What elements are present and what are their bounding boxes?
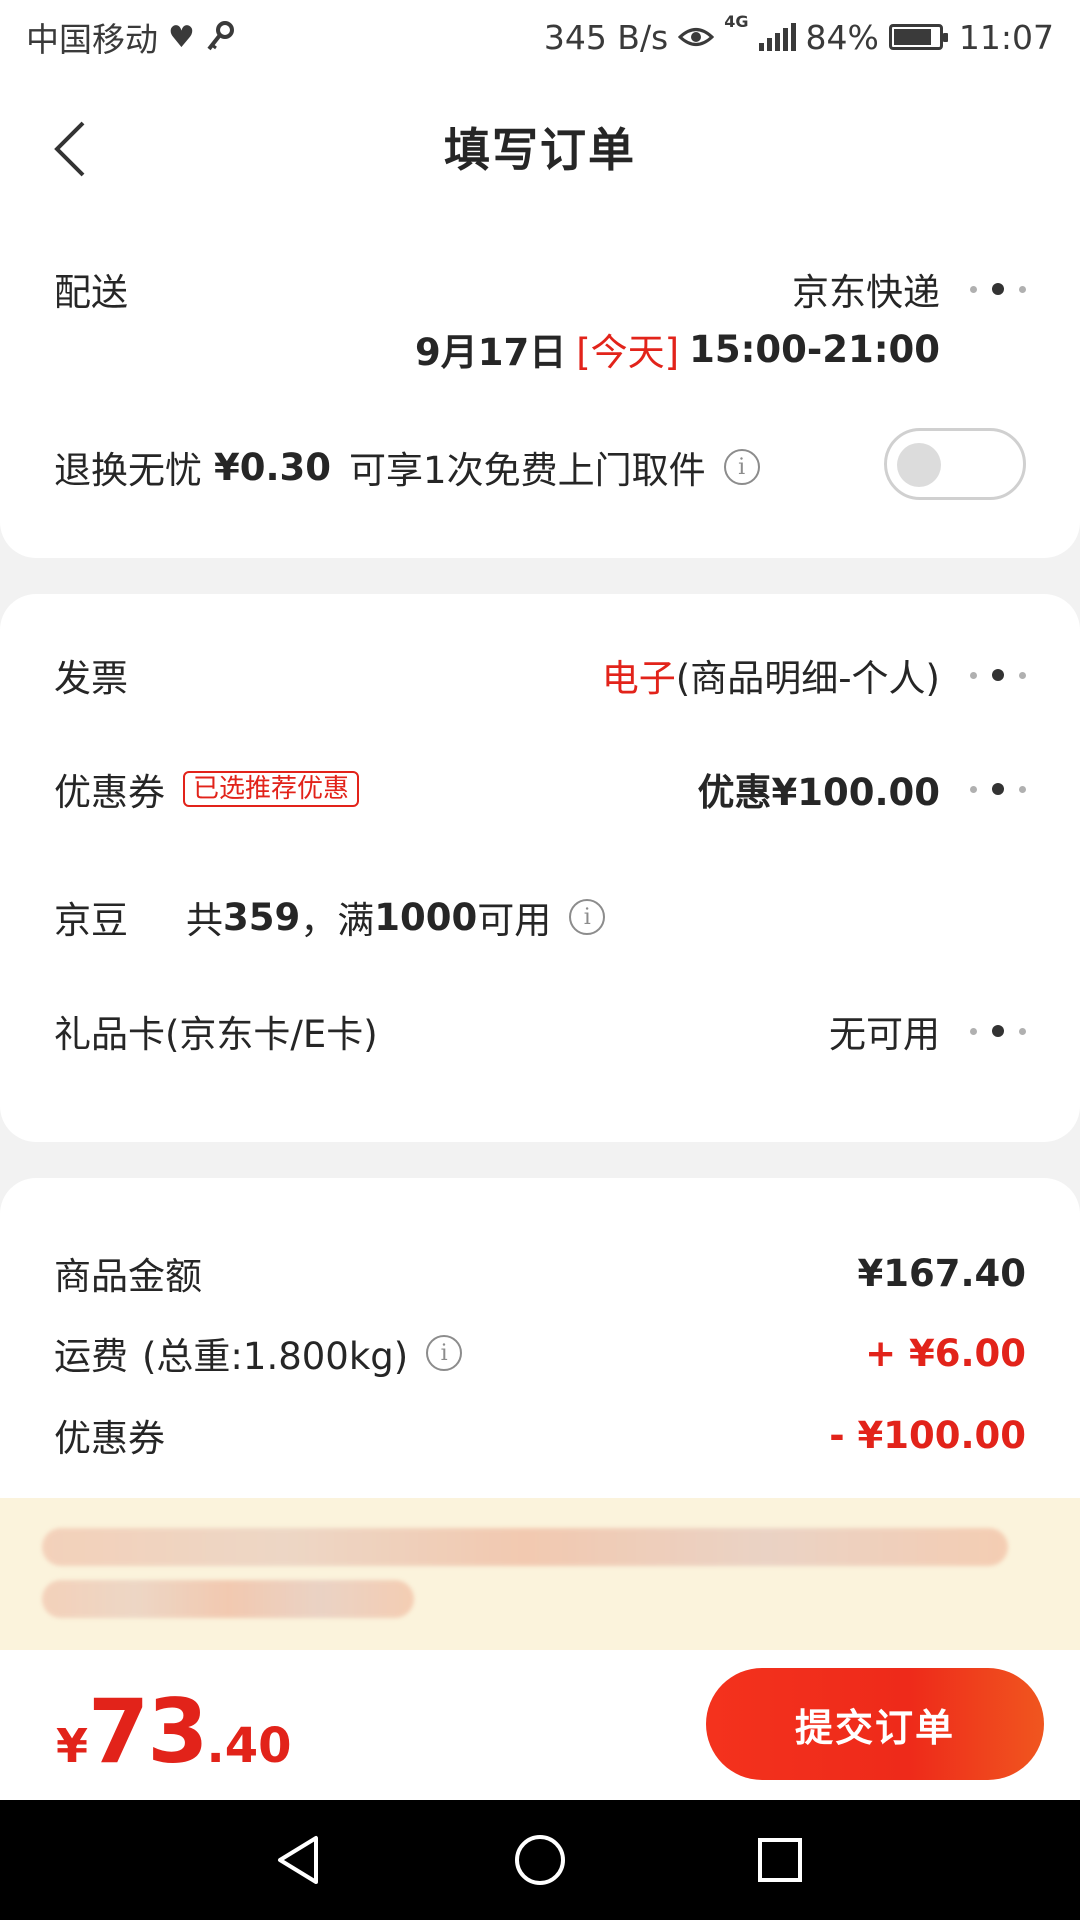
nav-back-icon[interactable] xyxy=(270,1830,330,1890)
total-decimal: .40 xyxy=(206,1718,292,1774)
today-tag: [今天] xyxy=(576,331,680,374)
network-speed: 345 B/s xyxy=(543,17,669,57)
info-icon[interactable]: i xyxy=(426,1335,463,1371)
delivery-time-row: 9月17日 [今天] 15:00-21:00 xyxy=(54,322,1026,376)
delivery-date: 9月17日 xyxy=(414,331,567,374)
payment-options-card: 发票 电子 (商品明细-个人) 优惠券 已选推荐优惠 优惠¥100.00 京豆 … xyxy=(0,594,1080,1142)
invoice-type: 电子 xyxy=(601,657,676,700)
nav-home-icon[interactable] xyxy=(510,1830,570,1890)
jingdou-prefix: 共 xyxy=(186,899,223,942)
delivery-card: 配送 京东快递 9月17日 [今天] 15:00-21:00 退换无忧 ¥0.3… xyxy=(0,220,1080,558)
more-dots-icon[interactable] xyxy=(970,665,1026,685)
coupon-row[interactable]: 优惠券 已选推荐优惠 优惠¥100.00 xyxy=(54,762,1026,816)
goods-amount-row: 商品金额 ¥167.40 xyxy=(54,1246,1026,1300)
heart-rate-icon: ♥ xyxy=(168,19,195,55)
battery-percent: 84% xyxy=(805,17,879,57)
more-dots-icon[interactable] xyxy=(970,779,1026,799)
total-price: ¥ 73 .40 xyxy=(56,1680,292,1783)
key-icon xyxy=(207,21,234,51)
return-insurance-label: 退换无忧 xyxy=(54,449,202,492)
delivery-label: 配送 xyxy=(54,271,128,314)
signal-icon xyxy=(758,23,796,51)
goods-amount-label: 商品金额 xyxy=(54,1255,202,1298)
status-bar: 中国移动 ♥ 345 B/s 4G 84% 11:07 xyxy=(0,0,1080,74)
shipping-weight: (总重:1.800kg) xyxy=(142,1335,409,1378)
toggle-knob xyxy=(897,443,941,487)
page-title: 填写订单 xyxy=(444,123,636,177)
delivery-carrier: 京东快递 xyxy=(792,271,940,314)
coupon-label: 优惠券 xyxy=(54,771,165,814)
delivery-row[interactable]: 配送 京东快递 xyxy=(54,262,1026,316)
nav-recents-icon[interactable] xyxy=(750,1830,810,1890)
more-dots-icon[interactable] xyxy=(970,1021,1026,1041)
network-type: 4G xyxy=(724,11,749,31)
jingdou-row: 京豆 共 359 ，满 1000 可用 i xyxy=(54,890,1026,944)
total-integer: 73 xyxy=(88,1680,208,1783)
carrier-name: 中国移动 xyxy=(26,20,158,59)
goods-amount-value: ¥167.40 xyxy=(857,1251,1026,1295)
status-right: 345 B/s 4G 84% 11:07 xyxy=(543,12,1054,57)
jingdou-threshold: 1000 xyxy=(374,895,478,939)
gift-card-value: 无可用 xyxy=(829,1013,940,1056)
return-insurance-price: ¥0.30 xyxy=(214,445,332,489)
coupon-discount-label: 优惠券 xyxy=(54,1417,165,1460)
eye-icon xyxy=(678,28,715,46)
blurred-text xyxy=(42,1528,1008,1566)
coupon-tag: 已选推荐优惠 xyxy=(183,770,360,808)
more-dots-icon[interactable] xyxy=(970,279,1026,299)
gift-card-row[interactable]: 礼品卡(京东卡/E卡) 无可用 xyxy=(54,1004,1026,1058)
return-insurance-desc: 可享1次免费上门取件 xyxy=(349,449,706,492)
shipping-value: + ¥6.00 xyxy=(865,1331,1026,1375)
jingdou-count: 359 xyxy=(223,895,301,939)
invoice-detail: (商品明细-个人) xyxy=(675,657,940,700)
shipping-row: 运费 (总重:1.800kg) i + ¥6.00 xyxy=(54,1326,1026,1380)
page-header: 填写订单 xyxy=(0,74,1080,220)
jingdou-suffix: ，满 xyxy=(300,899,375,942)
info-icon[interactable]: i xyxy=(723,449,760,485)
shipping-label: 运费 xyxy=(54,1335,128,1378)
battery-icon xyxy=(888,24,948,50)
coupon-discount-value: - ¥100.00 xyxy=(829,1413,1026,1457)
back-button[interactable] xyxy=(40,114,100,184)
delivery-time-window: 15:00-21:00 xyxy=(689,327,940,371)
jingdou-suffix2: 可用 xyxy=(477,899,552,942)
checkout-bar: ¥ 73 .40 提交订单 xyxy=(0,1650,1080,1800)
total-currency: ¥ xyxy=(56,1719,89,1773)
invoice-row[interactable]: 发票 电子 (商品明细-个人) xyxy=(54,648,1026,702)
submit-order-button[interactable]: 提交订单 xyxy=(706,1668,1044,1780)
return-insurance-row: 退换无忧 ¥0.30 可享1次免费上门取件 i xyxy=(54,440,1026,494)
back-arrow-icon xyxy=(54,121,85,177)
status-left: 中国移动 ♥ xyxy=(26,13,235,61)
price-summary-card: 商品金额 ¥167.40 运费 (总重:1.800kg) i + ¥6.00 优… xyxy=(0,1178,1080,1498)
blurred-text xyxy=(42,1580,414,1618)
clock: 11:07 xyxy=(958,17,1054,57)
jingdou-label: 京豆 xyxy=(54,899,128,942)
invoice-label: 发票 xyxy=(54,657,128,700)
info-icon[interactable]: i xyxy=(569,899,606,935)
notice-banner xyxy=(0,1498,1080,1650)
return-insurance-toggle[interactable] xyxy=(884,428,1026,500)
gift-card-label: 礼品卡(京东卡/E卡) xyxy=(54,1013,378,1056)
coupon-value: 优惠¥100.00 xyxy=(697,771,940,814)
system-nav-bar xyxy=(0,1800,1080,1920)
coupon-discount-row: 优惠券 - ¥100.00 xyxy=(54,1408,1026,1462)
